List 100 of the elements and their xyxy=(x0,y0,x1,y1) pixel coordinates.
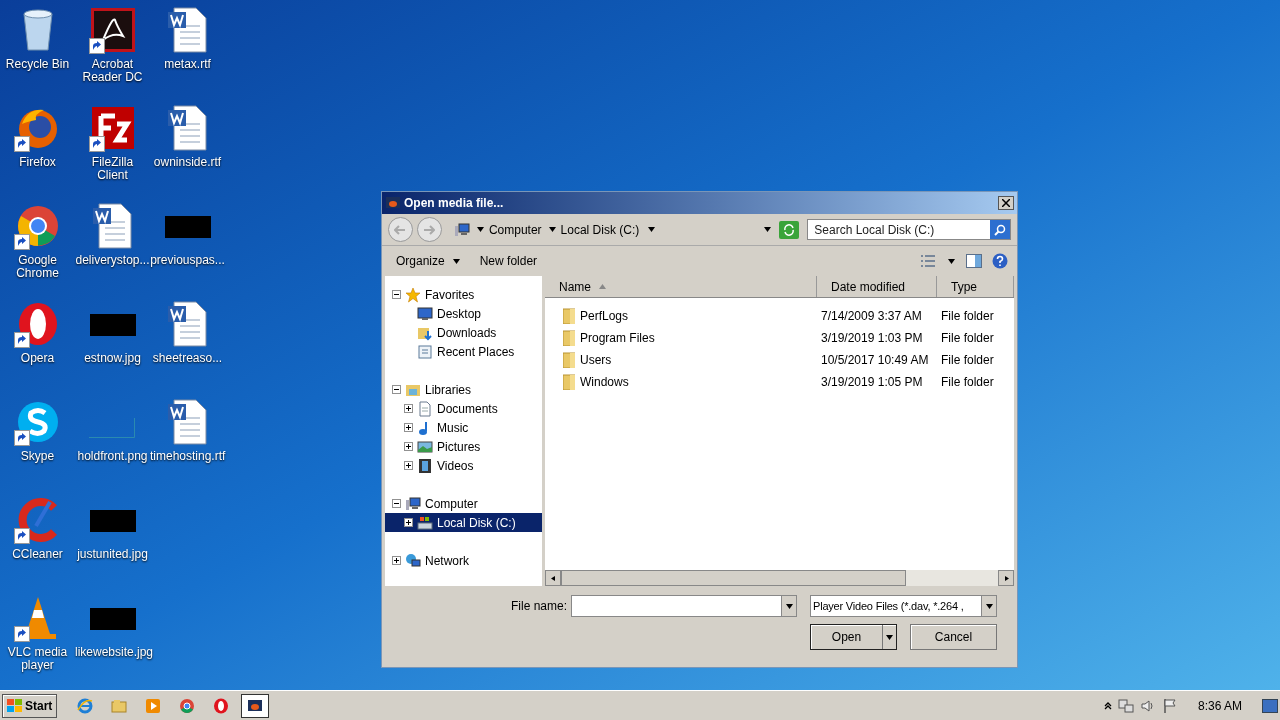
icon-label: owninside.rtf xyxy=(152,156,223,169)
desktop-shortcut[interactable]: metax.rtf xyxy=(150,0,225,98)
expand-toggle[interactable] xyxy=(404,461,413,470)
icon-label: Recycle Bin xyxy=(4,58,71,71)
desktop-shortcut[interactable]: justunited.jpg xyxy=(75,490,150,588)
desktop-shortcut[interactable]: Acrobat Reader DC xyxy=(75,0,150,98)
desktop-shortcut[interactable]: FileZilla Client xyxy=(75,98,150,196)
icon-label: estnow.jpg xyxy=(83,352,142,365)
desktop-shortcut[interactable]: timehosting.rtf xyxy=(150,392,225,490)
tree-item[interactable]: Videos xyxy=(385,456,542,475)
scroll-left-button[interactable] xyxy=(545,570,561,586)
icon-label: FileZilla Client xyxy=(90,156,135,182)
column-header[interactable]: Type xyxy=(937,276,1014,297)
desktop-shortcut[interactable]: CCleaner xyxy=(0,490,75,588)
details-view-icon xyxy=(920,254,936,268)
toolbar-button[interactable]: New folder xyxy=(471,250,546,272)
caret-icon xyxy=(476,227,484,232)
scroll-right-button[interactable] xyxy=(998,570,1014,586)
flag-icon[interactable] xyxy=(1161,697,1178,714)
star-icon xyxy=(405,286,421,303)
desktop-shortcut[interactable]: previouspas... xyxy=(150,196,225,294)
search-button[interactable] xyxy=(990,220,1010,239)
expand-toggle[interactable] xyxy=(392,556,401,565)
horizontal-scrollbar[interactable] xyxy=(545,570,1014,586)
speaker-icon[interactable] xyxy=(1139,697,1156,714)
caret-icon xyxy=(948,258,955,264)
toolbar-button[interactable]: Organize xyxy=(388,250,468,272)
desktop-shortcut[interactable]: Firefox xyxy=(0,98,75,196)
dialog-button[interactable]: Open xyxy=(810,624,897,650)
icon-label: Google Chrome xyxy=(15,254,60,280)
opera-icon xyxy=(213,697,230,714)
desktop-shortcut[interactable]: sheetreaso... xyxy=(150,294,225,392)
column-header[interactable]: Date modified xyxy=(817,276,937,297)
tree-item[interactable]: Music xyxy=(385,418,542,437)
date-cell-text: 7/14/2009 3:37 AM xyxy=(820,308,923,325)
file-row[interactable]: Users 10/5/2017 10:49 AM File folder xyxy=(545,349,1014,371)
file-row[interactable]: PerfLogs 7/14/2009 3:37 AM File folder xyxy=(545,305,1014,327)
file-name: Program Files xyxy=(580,330,655,347)
icon-label: holdfront.png xyxy=(76,450,149,463)
icon-label: likewebsite.jpg xyxy=(75,646,150,659)
expand-toggle[interactable] xyxy=(404,442,413,451)
clock[interactable]: 8:36 AM xyxy=(1197,696,1242,715)
breadcrumb-item[interactable]: Computer xyxy=(476,220,542,239)
desktop-shortcut[interactable]: deliverystop... xyxy=(75,196,150,294)
desktop-shortcut[interactable]: Google Chrome xyxy=(0,196,75,294)
collapse-toggle[interactable] xyxy=(392,290,401,299)
collapse-toggle[interactable] xyxy=(392,499,401,508)
desktop-shortcut[interactable]: estnow.jpg xyxy=(75,294,150,392)
tree-item[interactable]: Libraries xyxy=(385,380,542,399)
desktop-shortcut[interactable]: Opera xyxy=(0,294,75,392)
desktop-shortcut[interactable]: VLC media player xyxy=(0,588,75,686)
icon-label: Opera xyxy=(19,352,56,365)
folder-icon xyxy=(563,330,575,346)
tree-item[interactable]: Local Disk (C:) xyxy=(385,513,542,532)
search-field[interactable]: Search Local Disk (C:) xyxy=(807,219,1011,240)
tree-item[interactable]: Computer xyxy=(385,494,542,513)
breadcrumb-item[interactable]: Local Disk (C:) xyxy=(548,220,640,239)
desktop-shortcut[interactable]: likewebsite.jpg xyxy=(75,588,150,686)
tree-item[interactable]: Recent Places xyxy=(385,342,542,361)
taskbar-app-button[interactable] xyxy=(241,693,270,718)
windows-logo-icon xyxy=(7,698,23,713)
browser-e-icon xyxy=(77,697,94,714)
expand-toggle[interactable] xyxy=(404,404,413,413)
network-icon[interactable] xyxy=(1117,697,1134,714)
scrollbar-thumb[interactable] xyxy=(561,570,906,586)
film-icon xyxy=(417,457,433,474)
close-button[interactable] xyxy=(998,196,1014,210)
refresh-button[interactable] xyxy=(779,220,800,239)
start-button[interactable]: Start xyxy=(2,693,58,718)
tree-item[interactable]: Documents xyxy=(385,399,542,418)
caret-icon xyxy=(1002,575,1010,581)
file-name-field[interactable] xyxy=(571,595,797,617)
show-desktop-button[interactable] xyxy=(1262,698,1278,713)
tree-item[interactable]: Desktop xyxy=(385,304,542,323)
help-icon xyxy=(992,253,1008,269)
folder-icon xyxy=(563,374,575,390)
file-type-dropdown[interactable]: Player Video Files (*.dav, *.264 , xyxy=(810,595,997,617)
icon-label: metax.rtf xyxy=(163,58,212,71)
history-dropdown[interactable] xyxy=(764,227,772,232)
tree-item[interactable]: Favorites xyxy=(385,285,542,304)
tree-item[interactable]: Downloads xyxy=(385,323,542,342)
column-header[interactable]: Name xyxy=(545,276,817,297)
file-row[interactable]: Program Files 3/19/2019 1:03 PM File folder xyxy=(545,327,1014,349)
expand-toggle[interactable] xyxy=(404,423,413,432)
icon-label: previouspas... xyxy=(150,254,225,267)
document-icon xyxy=(417,400,433,417)
expand-toggle[interactable] xyxy=(404,518,413,527)
file-name: PerfLogs xyxy=(580,308,629,325)
tree-item[interactable]: Network xyxy=(385,551,542,570)
desktop-shortcut[interactable]: owninside.rtf xyxy=(150,98,225,196)
tree-item[interactable]: Pictures xyxy=(385,437,542,456)
show-hidden-icons-button[interactable] xyxy=(1103,701,1112,710)
collapse-toggle[interactable] xyxy=(392,385,401,394)
desktop-shortcut[interactable]: Recycle Bin xyxy=(0,0,75,98)
file-row[interactable]: Windows 3/19/2019 1:05 PM File folder xyxy=(545,371,1014,393)
desktop-shortcut[interactable]: Skype xyxy=(0,392,75,490)
dialog-button[interactable]: Cancel xyxy=(910,624,997,650)
desktop-shortcut[interactable]: holdfront.png xyxy=(75,392,150,490)
caret-icon xyxy=(549,575,557,581)
type-cell-text: File folder xyxy=(940,374,995,391)
